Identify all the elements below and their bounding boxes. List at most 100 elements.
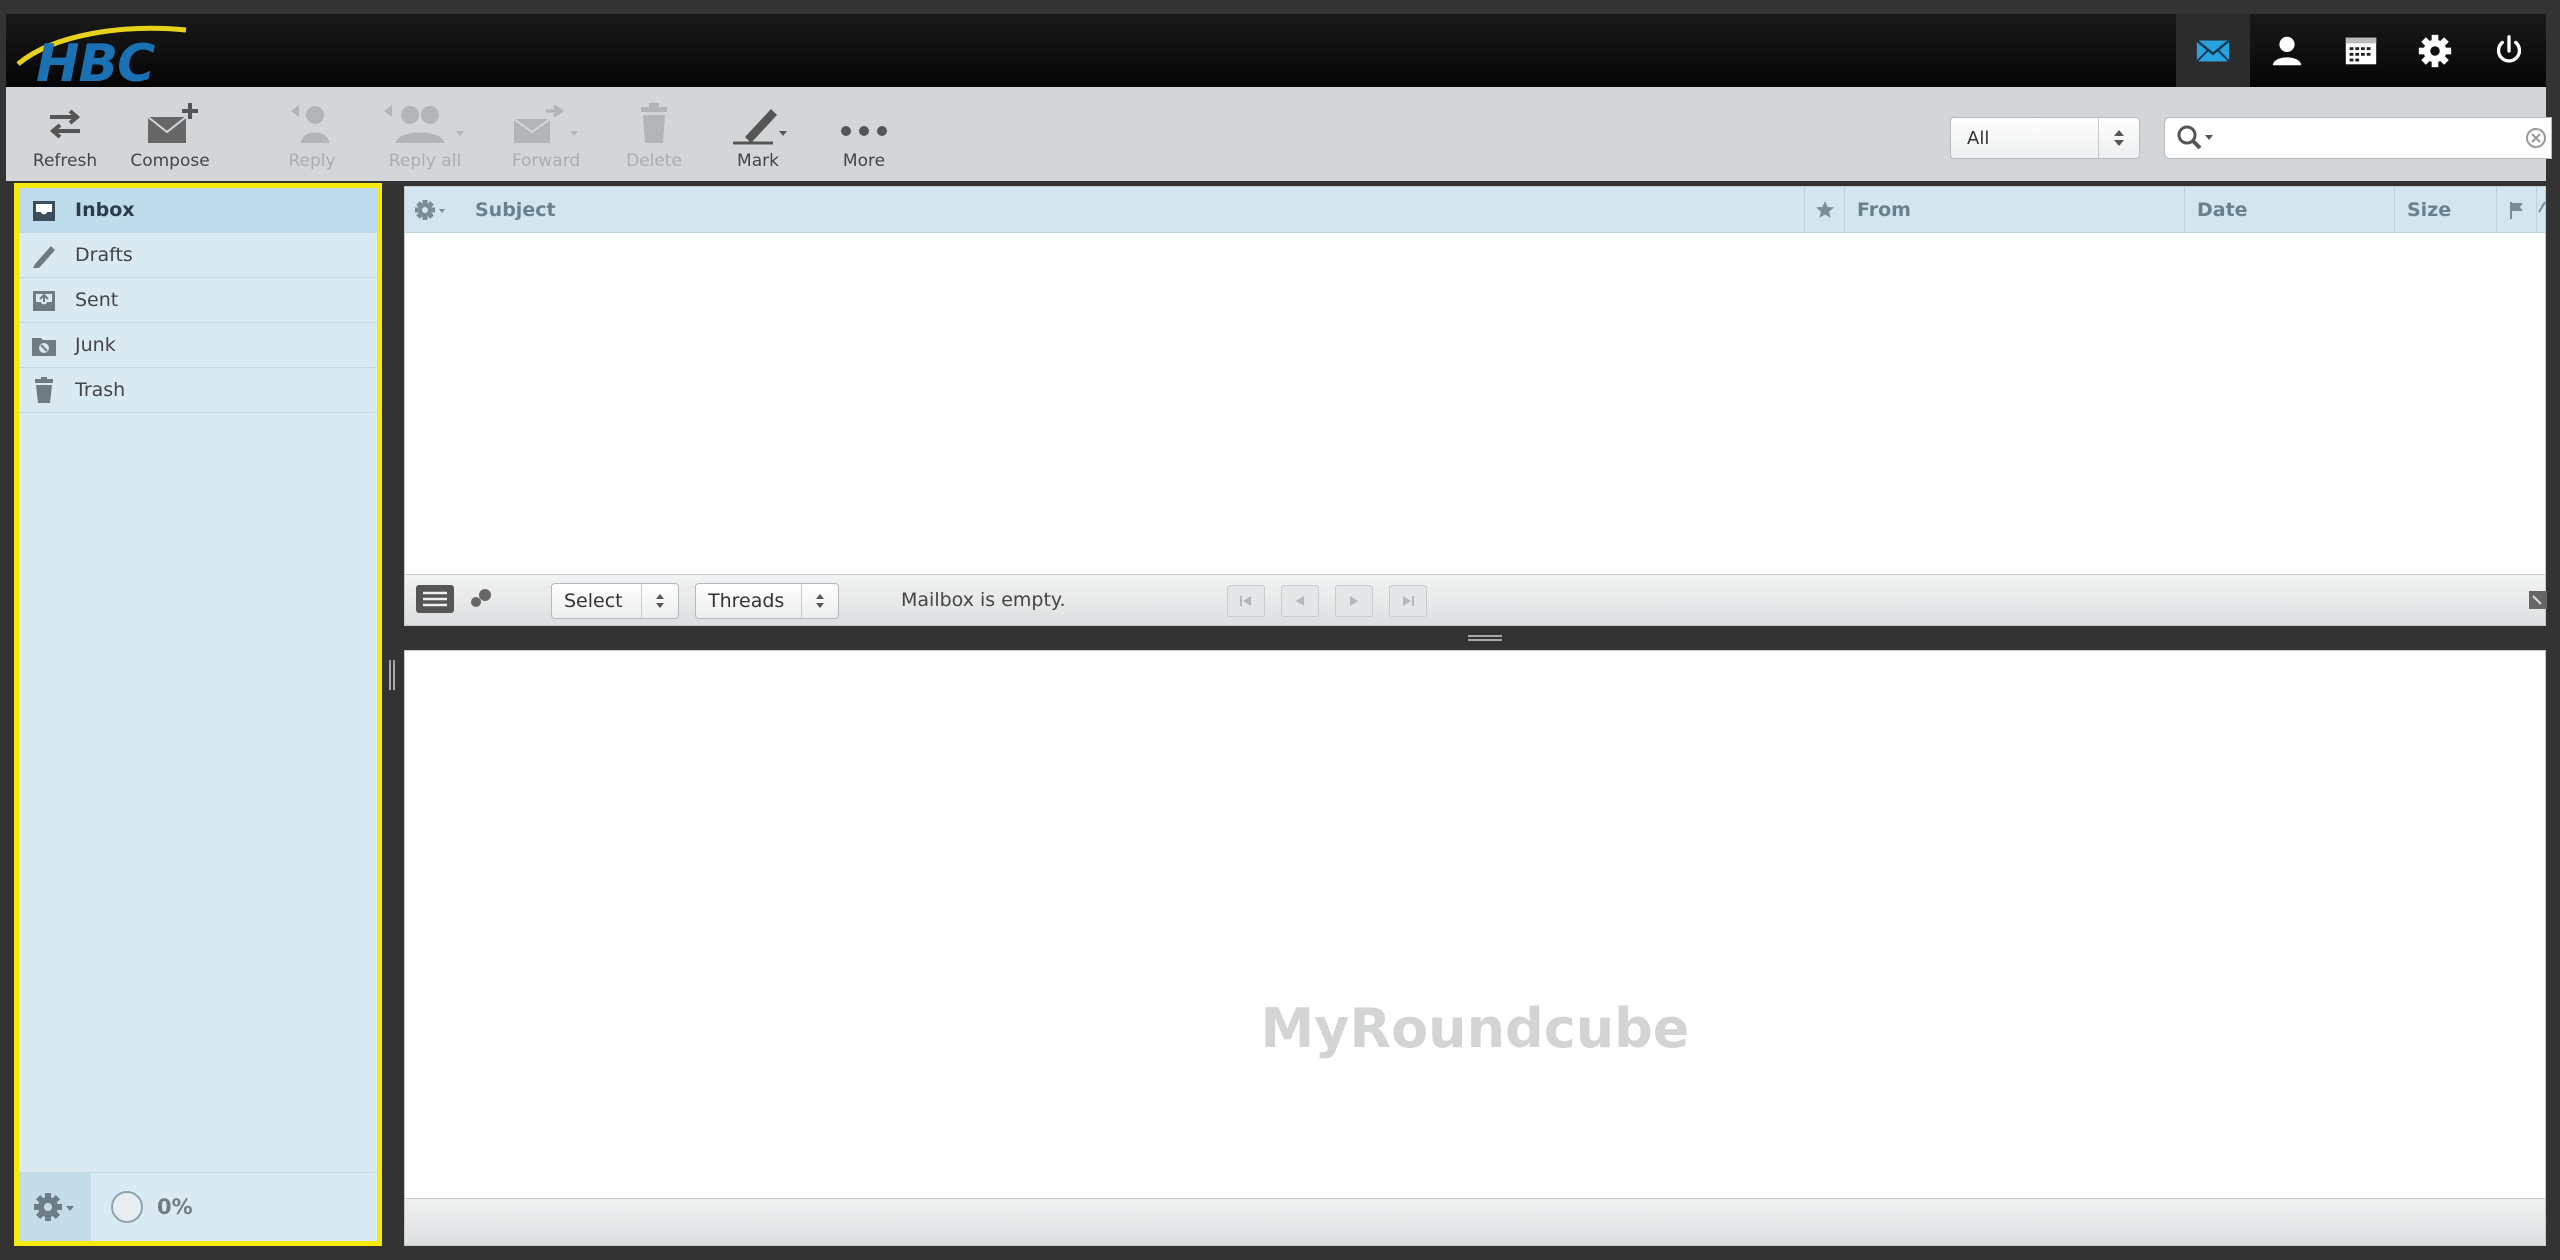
taskbar	[2176, 14, 2546, 87]
list-view-button[interactable]	[415, 583, 455, 619]
column-size[interactable]: Size	[2395, 187, 2497, 233]
vertical-splitter[interactable]	[388, 660, 396, 700]
horizontal-splitter[interactable]	[1468, 634, 1504, 642]
folder-list: Inbox Drafts Sent Junk Trash 0%	[14, 183, 382, 1246]
envelope-icon	[2196, 39, 2230, 62]
select-arrows-icon	[641, 584, 678, 618]
column-subject[interactable]: Subject	[463, 187, 1805, 233]
column-date[interactable]: Date	[2185, 187, 2395, 233]
mailbox-status: Mailbox is empty.	[901, 589, 1066, 611]
select-value: Select	[564, 590, 623, 612]
preview-pane: MyRoundcube	[404, 650, 2546, 1246]
search-input[interactable]	[2221, 122, 2525, 156]
column-size-label: Size	[2407, 199, 2452, 221]
settings-task-button[interactable]	[2398, 14, 2472, 87]
reply-button[interactable]: Reply	[274, 101, 350, 177]
last-page-button[interactable]	[1389, 585, 1427, 617]
folder-actions-button[interactable]	[19, 1173, 91, 1241]
refresh-button[interactable]: Refresh	[20, 101, 110, 177]
top-bar: HBC	[6, 14, 2546, 94]
marker-icon	[733, 109, 787, 145]
list-view-icon	[416, 585, 454, 613]
column-attachment[interactable]	[2537, 187, 2547, 233]
calendar-task-button[interactable]	[2324, 14, 2398, 87]
column-date-label: Date	[2197, 199, 2248, 221]
mark-button[interactable]: Mark	[718, 101, 798, 177]
message-list-footer: Select Threads Mailbox is empty.	[404, 574, 2547, 626]
mark-label: Mark	[737, 151, 779, 171]
gear-icon	[2418, 34, 2452, 67]
refresh-icon	[49, 109, 81, 139]
threads-icon	[471, 589, 491, 607]
flag-icon	[2509, 202, 2523, 219]
next-page-button[interactable]	[1335, 585, 1373, 617]
column-from[interactable]: From	[1845, 187, 2185, 233]
app-frame: HBC Refresh Compose Reply Reply all Forw…	[0, 0, 2560, 1260]
previous-page-icon	[1296, 596, 1304, 606]
message-list: Subject From Date Size	[404, 186, 2546, 626]
junk-icon	[32, 338, 56, 356]
trash-icon	[641, 103, 667, 143]
search-box	[2164, 117, 2552, 159]
reply-label: Reply	[288, 151, 336, 171]
reply-icon	[291, 105, 329, 143]
folder-trash[interactable]: Trash	[19, 368, 377, 413]
list-options-button[interactable]	[405, 187, 463, 233]
preview-footer	[405, 1198, 2545, 1245]
folder-junk[interactable]: Junk	[19, 323, 377, 368]
last-page-icon	[1403, 596, 1414, 606]
search-icon[interactable]	[2175, 123, 2217, 153]
folder-label: Trash	[75, 379, 126, 401]
folder-drafts[interactable]: Drafts	[19, 233, 377, 278]
trash-icon	[35, 377, 53, 403]
folder-label: Sent	[75, 289, 119, 311]
power-icon	[2496, 34, 2522, 63]
delete-label: Delete	[626, 151, 682, 171]
contacts-task-button[interactable]	[2250, 14, 2324, 87]
threads-dropdown[interactable]: Threads	[695, 583, 839, 619]
more-button[interactable]: More	[818, 101, 910, 177]
more-label: More	[842, 151, 886, 171]
column-from-label: From	[1857, 199, 1911, 221]
toggle-preview-button[interactable]	[2527, 589, 2547, 615]
sent-icon	[33, 291, 55, 311]
filter-select[interactable]: All	[1950, 117, 2140, 159]
delete-button[interactable]: Delete	[616, 101, 692, 177]
forward-label: Forward	[511, 151, 581, 171]
select-arrows-icon	[2098, 118, 2139, 158]
pencil-icon	[33, 246, 55, 268]
quota-pie-icon	[111, 1191, 143, 1223]
reply-all-label: Reply all	[388, 151, 462, 171]
forward-button[interactable]: Forward	[500, 101, 592, 177]
calendar-icon	[2345, 37, 2377, 64]
logout-task-button[interactable]	[2472, 14, 2546, 87]
mail-task-button[interactable]	[2176, 14, 2250, 87]
previous-page-button[interactable]	[1281, 585, 1319, 617]
more-dots-icon	[841, 126, 887, 136]
folder-inbox[interactable]: Inbox	[19, 188, 377, 233]
column-flag[interactable]	[2497, 187, 2537, 233]
column-subject-label: Subject	[475, 199, 556, 221]
quota-indicator: 0%	[111, 1191, 193, 1223]
reply-all-icon	[384, 105, 464, 143]
reply-all-button[interactable]: Reply all	[370, 101, 480, 177]
mail-toolbar: Refresh Compose Reply Reply all Forward …	[6, 87, 2552, 181]
select-arrows-icon	[801, 584, 838, 618]
watermark-text: MyRoundcube	[1260, 997, 1690, 1060]
threads-value: Threads	[708, 590, 785, 612]
logo-text: HBC	[36, 34, 155, 94]
column-flag-star[interactable]	[1805, 187, 1845, 233]
gear-icon	[415, 200, 445, 220]
preview-toggle-icon	[2529, 591, 2547, 609]
clear-search-icon[interactable]	[2525, 127, 2547, 149]
paperclip-icon	[2538, 201, 2546, 213]
inbox-icon	[33, 201, 55, 221]
folder-sent[interactable]: Sent	[19, 278, 377, 323]
folder-footer: 0%	[19, 1172, 377, 1241]
logo[interactable]: HBC	[14, 20, 189, 94]
first-page-button[interactable]	[1227, 585, 1265, 617]
filter-value: All	[1967, 128, 1990, 149]
thread-view-button[interactable]	[467, 587, 497, 615]
compose-button[interactable]: Compose	[122, 101, 218, 177]
select-dropdown[interactable]: Select	[551, 583, 679, 619]
